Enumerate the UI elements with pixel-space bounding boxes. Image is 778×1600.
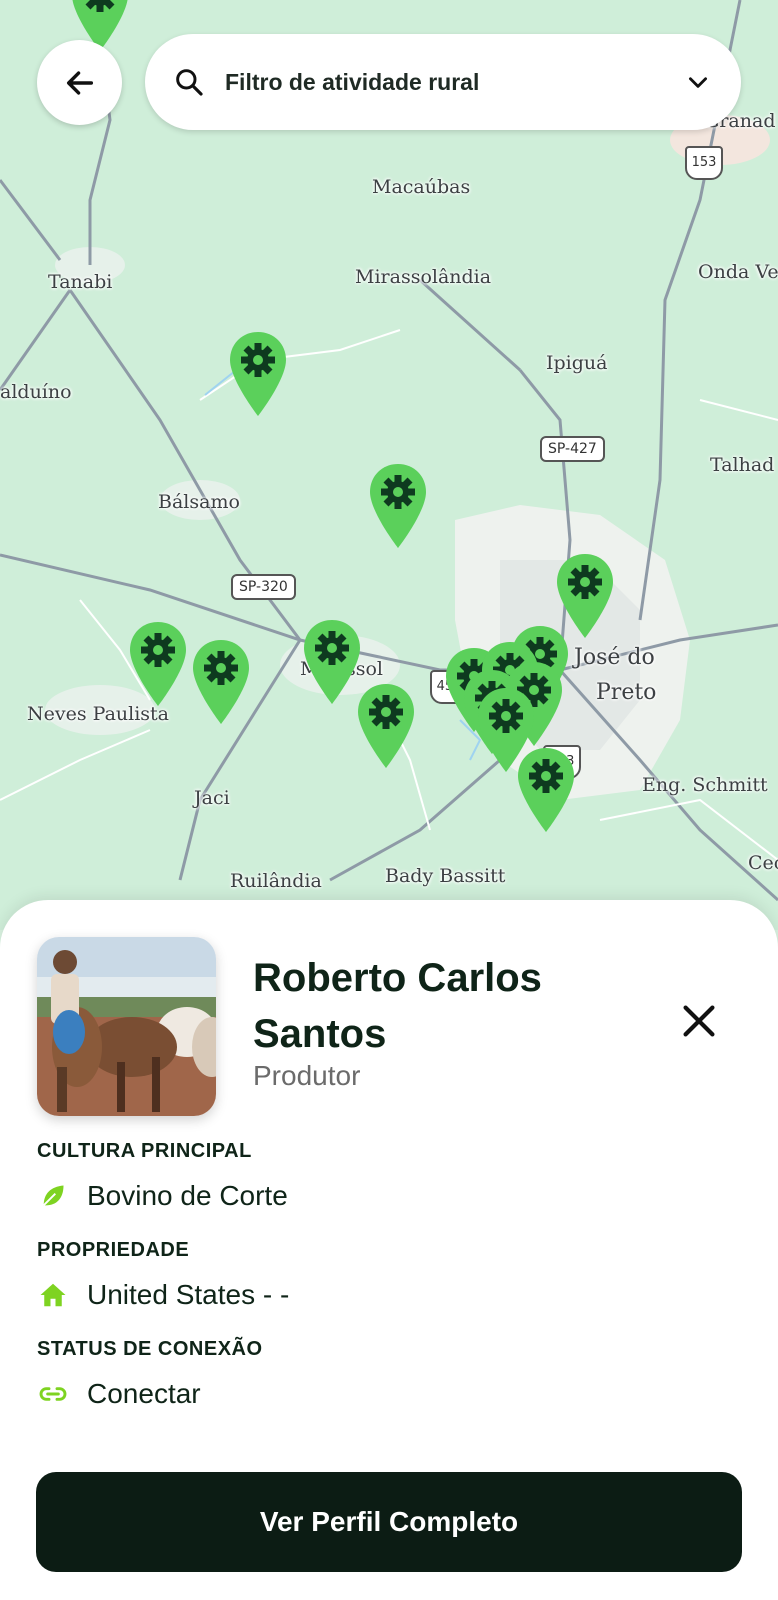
map-label-bady-bassitt: Bady Bassitt [385, 865, 506, 887]
back-button[interactable] [37, 40, 122, 125]
gear-icon [130, 622, 186, 706]
map-label-tanabi: Tanabi [48, 271, 113, 293]
link-icon [37, 1378, 69, 1410]
gear-icon [193, 640, 249, 724]
gear-icon [518, 748, 574, 832]
gear-icon [304, 620, 360, 704]
map-label-onda-verde: Onda Ve [698, 261, 778, 283]
chevron-down-icon [689, 77, 707, 88]
culture-section-title: CULTURA PRINCIPAL [37, 1140, 252, 1162]
map-label-jaci: Jaci [194, 787, 230, 809]
home-icon [37, 1279, 69, 1311]
activity-filter-dropdown[interactable]: Filtro de atividade rural [145, 34, 741, 130]
map-label-macaubas: Macaúbas [372, 176, 471, 198]
search-icon [176, 69, 203, 96]
filter-placeholder: Filtro de atividade rural [225, 68, 480, 95]
gear-icon [358, 684, 414, 768]
property-value: United States - - [87, 1279, 290, 1310]
map-label-mirassolandia: Mirassolândia [355, 266, 492, 288]
map-label-cedral: Cec [748, 852, 778, 874]
avatar [37, 937, 216, 1116]
gear-icon [230, 332, 286, 416]
leaf-icon [37, 1180, 69, 1212]
map-label-balsamo: Bálsamo [158, 491, 240, 513]
connection-section-title: STATUS DE CONEXÃO [37, 1338, 263, 1360]
map-label-ipigua: Ipiguá [546, 352, 608, 374]
gear-icon [370, 464, 426, 548]
map-label-eng-schmitt: Eng. Schmitt [642, 774, 768, 796]
arrow-left-icon [66, 70, 93, 95]
profile-bottom-sheet: Roberto Carlos Santos Produtor CULTURA P… [0, 900, 778, 1600]
map-view[interactable]: Macaúbas Tanabi Mirassolândia Onda Ve Ip… [0, 0, 778, 930]
map-label-balduino: alduíno [0, 381, 72, 403]
view-full-profile-button[interactable]: Ver Perfil Completo [36, 1472, 742, 1572]
map-label-ruilandia: Ruilândia [230, 870, 322, 892]
map-label-rio-preto: Preto [596, 680, 657, 705]
property-section-title: PROPRIEDADE [37, 1239, 190, 1261]
map-pin[interactable] [368, 462, 428, 550]
map-pin[interactable] [302, 618, 362, 706]
culture-value: Bovino de Corte [87, 1180, 288, 1211]
map-label-talhado: Talhad [710, 454, 775, 476]
map-pin[interactable] [191, 638, 251, 726]
connection-row[interactable]: Conectar [37, 1378, 201, 1410]
road-shield-153-north: 153 [685, 146, 723, 180]
close-button[interactable] [676, 998, 722, 1044]
culture-row: Bovino de Corte [37, 1180, 288, 1212]
map-pin[interactable] [356, 682, 416, 770]
property-row: United States - - [37, 1279, 289, 1311]
map-pin[interactable] [228, 330, 288, 418]
road-shield-sp320: SP-320 [231, 574, 296, 600]
road-shield-sp427: SP-427 [540, 436, 605, 462]
profile-role: Produtor [253, 1060, 361, 1091]
profile-name: Roberto Carlos Santos [253, 956, 542, 1056]
connection-value: Conectar [87, 1378, 201, 1409]
profile-photo [37, 937, 216, 1116]
map-pin[interactable] [516, 746, 576, 834]
map-pin[interactable] [128, 620, 188, 708]
map-label-sao-jose-do: José do [574, 645, 655, 670]
close-icon [683, 1005, 715, 1037]
